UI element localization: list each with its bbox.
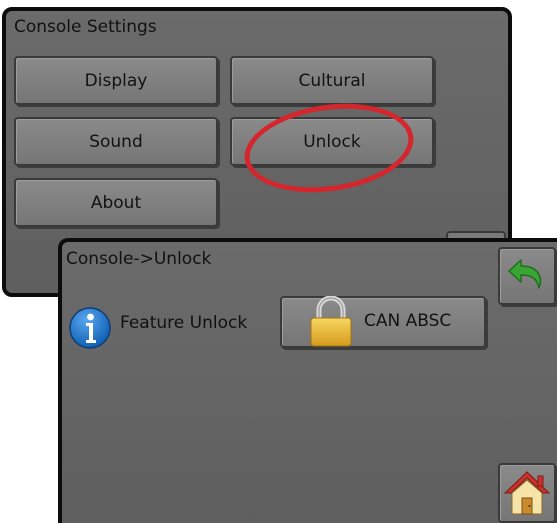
unlock-title: Console->Unlock [66, 249, 212, 269]
can-absc-label: CAN ABSC [364, 311, 452, 331]
unlock-highlight-circle [238, 93, 420, 203]
cultural-button[interactable]: Cultural [230, 56, 434, 105]
console-unlock-panel: Console->Unlock Feature Unlock CAN ABSC [58, 238, 557, 523]
back-arrow-icon [508, 259, 542, 289]
sound-button[interactable]: Sound [14, 117, 218, 166]
can-absc-button[interactable]: CAN ABSC [280, 296, 486, 348]
back-button[interactable] [498, 247, 556, 305]
about-button[interactable]: About [14, 178, 218, 227]
info-icon [69, 307, 111, 349]
padlock-icon [310, 296, 352, 347]
feature-unlock-label: Feature Unlock [120, 313, 248, 333]
display-button[interactable]: Display [14, 56, 218, 105]
settings-title: Console Settings [14, 17, 157, 37]
home-icon [503, 471, 551, 515]
home-button[interactable] [498, 463, 556, 523]
